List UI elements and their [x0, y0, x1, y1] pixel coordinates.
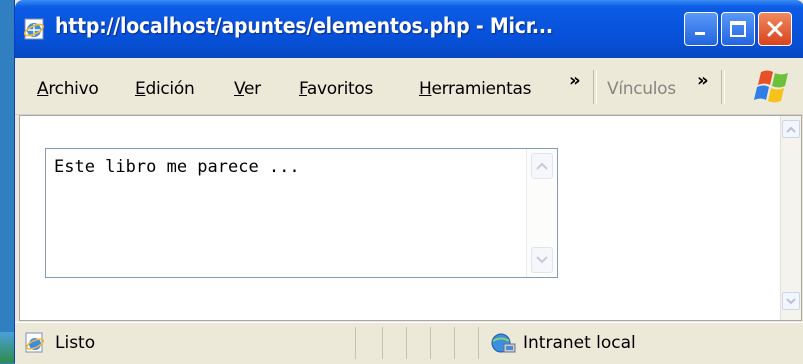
close-button[interactable] [758, 12, 792, 46]
ie-status-icon [25, 332, 45, 353]
links-chevron[interactable]: » [697, 70, 709, 91]
textarea-scrollbar[interactable] [526, 149, 557, 277]
window-title: http://localhost/apuntes/elementos.php -… [55, 14, 553, 38]
menu-bar: Archivo Edición Ver Favoritos Herramient… [15, 58, 803, 115]
maximize-button[interactable] [721, 12, 755, 46]
zone-label: Intranet local [523, 333, 636, 353]
page-scroll-up-button[interactable] [782, 120, 800, 138]
title-bar[interactable]: http://localhost/apuntes/elementos.php -… [15, 0, 803, 58]
status-text: Listo [55, 333, 96, 353]
textarea-scroll-up-button[interactable] [531, 153, 553, 179]
menu-edicion[interactable]: Edición [135, 79, 195, 99]
status-divider [429, 327, 431, 359]
windows-logo-icon [754, 70, 788, 103]
status-bar: Listo Intranet local [15, 322, 803, 364]
menu-ver[interactable]: Ver [234, 79, 261, 99]
menu-herramientas[interactable]: Herramientas [419, 79, 532, 99]
maximize-icon [730, 21, 746, 37]
textarea-value: Este libro me parece ... [54, 157, 300, 177]
links-label[interactable]: Vínculos [607, 79, 676, 99]
close-icon [767, 21, 783, 37]
chevron-down-icon [786, 297, 796, 304]
status-divider [354, 327, 356, 359]
desktop-background [0, 332, 14, 363]
menu-separator [593, 70, 597, 104]
chevron-up-icon [786, 126, 796, 133]
page-scroll-down-button[interactable] [782, 292, 800, 310]
browser-window: http://localhost/apuntes/elementos.php -… [14, 0, 803, 364]
page-content: Este libro me parece ... [19, 115, 802, 321]
minimize-icon [695, 32, 705, 35]
ie-page-icon [23, 18, 45, 40]
comment-textarea[interactable]: Este libro me parece ... [45, 148, 558, 278]
chevron-up-icon [536, 162, 548, 170]
menu-archivo[interactable]: Archivo [37, 79, 99, 99]
minimize-button[interactable] [684, 12, 718, 46]
menu-favoritos[interactable]: Favoritos [299, 79, 373, 99]
status-divider [453, 327, 455, 359]
intranet-zone-icon [491, 333, 516, 353]
menu-separator-right [721, 70, 725, 104]
menu-overflow-chevron[interactable]: » [569, 70, 581, 91]
chevron-down-icon [536, 256, 548, 264]
status-divider [477, 327, 479, 359]
status-divider [405, 327, 407, 359]
page-scrollbar[interactable] [780, 116, 801, 320]
status-divider [381, 327, 383, 359]
textarea-scroll-down-button[interactable] [531, 247, 553, 273]
